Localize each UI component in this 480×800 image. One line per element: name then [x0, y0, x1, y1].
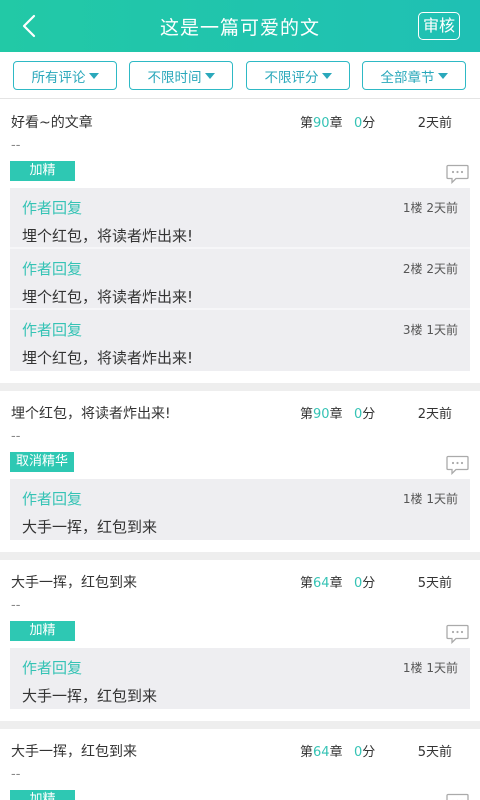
- back-button[interactable]: [14, 10, 46, 42]
- comment-time: 2天前: [417, 116, 452, 131]
- caret-down-icon: [437, 72, 448, 79]
- reply-text: 大手一挥，红包到来: [22, 687, 158, 705]
- comment-text: 埋个红包，将读者炸出来!: [11, 406, 171, 422]
- reply-text: 埋个红包，将读者炸出来!: [22, 227, 194, 245]
- comment-score: 0分: [354, 741, 375, 760]
- audit-button[interactable]: 审核: [417, 12, 460, 40]
- page-title: 这是一篇可爱的文: [159, 16, 320, 39]
- reply-item: 作者回复 2楼 2天前 埋个红包，将读者炸出来!: [10, 249, 470, 310]
- comment-item: 好看~的文章 第90章 0分 2天前 -- 加精 作者回复 1楼 2天前 埋个红…: [0, 100, 480, 391]
- chevron-left-icon: [22, 14, 36, 38]
- reply-item: 作者回复 1楼 1天前 大手一挥，红包到来: [10, 479, 470, 540]
- chapter-suffix: 章: [329, 745, 343, 760]
- filter-label: 不限评分: [264, 69, 319, 86]
- comment-item: 大手一挥，红包到来 第64章 0分 5天前 -- 加精: [0, 729, 480, 800]
- reply-author-label: 作者回复: [22, 321, 83, 339]
- comment-text: 大手一挥，红包到来: [11, 744, 137, 760]
- filter-label: 全部章节: [380, 69, 435, 86]
- message-bubble-icon[interactable]: [446, 793, 469, 800]
- reply-author-label: 作者回复: [22, 659, 83, 677]
- comment-chapter: 第90章: [300, 403, 343, 422]
- comment-subtitle: --: [11, 138, 21, 153]
- feature-button[interactable]: 加精: [10, 790, 75, 800]
- feature-button[interactable]: 加精: [10, 621, 75, 641]
- chapter-number: 64: [313, 576, 330, 591]
- chapter-suffix: 章: [329, 576, 343, 591]
- chapter-prefix: 第: [300, 116, 314, 131]
- chapter-number: 90: [313, 116, 330, 131]
- reply-author-label: 作者回复: [22, 199, 83, 217]
- reply-item: 作者回复 3楼 1天前 埋个红包，将读者炸出来!: [10, 310, 470, 371]
- comment-score: 0分: [354, 403, 375, 422]
- filter-label: 不限时间: [147, 69, 202, 86]
- chapter-suffix: 章: [329, 116, 343, 131]
- feature-button[interactable]: 加精: [10, 161, 75, 181]
- chapter-prefix: 第: [300, 745, 314, 760]
- message-bubble-icon[interactable]: [446, 624, 469, 644]
- comment-subtitle: --: [11, 429, 21, 444]
- chapter-number: 90: [313, 407, 330, 422]
- comment-text: 大手一挥，红包到来: [11, 575, 137, 591]
- message-bubble-icon[interactable]: [446, 455, 469, 475]
- message-bubble-icon[interactable]: [446, 164, 469, 184]
- comment-score: 0分: [354, 572, 375, 591]
- filter-all-comments[interactable]: 所有评论: [13, 61, 117, 90]
- reply-floor-time: 1楼 1天前: [402, 661, 458, 675]
- filter-bar: 所有评论 不限时间 不限评分 全部章节: [0, 52, 480, 99]
- reply-floor-time: 3楼 1天前: [402, 323, 458, 337]
- caret-down-icon: [88, 72, 99, 79]
- caret-down-icon: [321, 72, 332, 79]
- caret-down-icon: [204, 72, 215, 79]
- comment-time: 5天前: [417, 576, 452, 591]
- comment-list: 好看~的文章 第90章 0分 2天前 -- 加精 作者回复 1楼 2天前 埋个红…: [0, 100, 480, 800]
- comment-time: 2天前: [417, 407, 452, 422]
- comment-chapter: 第64章: [300, 572, 343, 591]
- app-header: 这是一篇可爱的文 审核: [0, 0, 480, 52]
- comment-text: 好看~的文章: [11, 115, 93, 131]
- filter-chapter[interactable]: 全部章节: [362, 61, 466, 90]
- comment-item: 埋个红包，将读者炸出来! 第90章 0分 2天前 -- 取消精华 作者回复 1楼…: [0, 391, 480, 560]
- chapter-prefix: 第: [300, 407, 314, 422]
- chapter-suffix: 章: [329, 407, 343, 422]
- reply-text: 埋个红包，将读者炸出来!: [22, 349, 194, 367]
- filter-time[interactable]: 不限时间: [129, 61, 233, 90]
- unfeature-button[interactable]: 取消精华: [10, 452, 75, 472]
- filter-score[interactable]: 不限评分: [246, 61, 350, 90]
- comment-chapter: 第64章: [300, 741, 343, 760]
- reply-author-label: 作者回复: [22, 490, 83, 508]
- reply-author-label: 作者回复: [22, 260, 83, 278]
- reply-floor-time: 2楼 2天前: [402, 262, 458, 276]
- reply-item: 作者回复 1楼 2天前 埋个红包，将读者炸出来!: [10, 188, 470, 249]
- comment-subtitle: --: [11, 767, 21, 782]
- comment-time: 5天前: [417, 745, 452, 760]
- comment-subtitle: --: [11, 598, 21, 613]
- reply-list: 作者回复 1楼 2天前 埋个红包，将读者炸出来! 作者回复 2楼 2天前 埋个红…: [10, 100, 470, 371]
- score-suffix: 分: [362, 745, 376, 760]
- score-suffix: 分: [362, 576, 376, 591]
- score-suffix: 分: [362, 407, 376, 422]
- comment-chapter: 第90章: [300, 112, 343, 131]
- reply-text: 埋个红包，将读者炸出来!: [22, 288, 194, 306]
- comment-score: 0分: [354, 112, 375, 131]
- chapter-prefix: 第: [300, 576, 314, 591]
- filter-label: 所有评论: [31, 69, 86, 86]
- reply-text: 大手一挥，红包到来: [22, 518, 158, 536]
- comment-item: 大手一挥，红包到来 第64章 0分 5天前 -- 加精 作者回复 1楼 1天前 …: [0, 560, 480, 729]
- reply-item: 作者回复 1楼 1天前 大手一挥，红包到来: [10, 648, 470, 709]
- reply-floor-time: 1楼 2天前: [402, 201, 458, 215]
- reply-floor-time: 1楼 1天前: [402, 492, 458, 506]
- chapter-number: 64: [313, 745, 330, 760]
- score-suffix: 分: [362, 116, 376, 131]
